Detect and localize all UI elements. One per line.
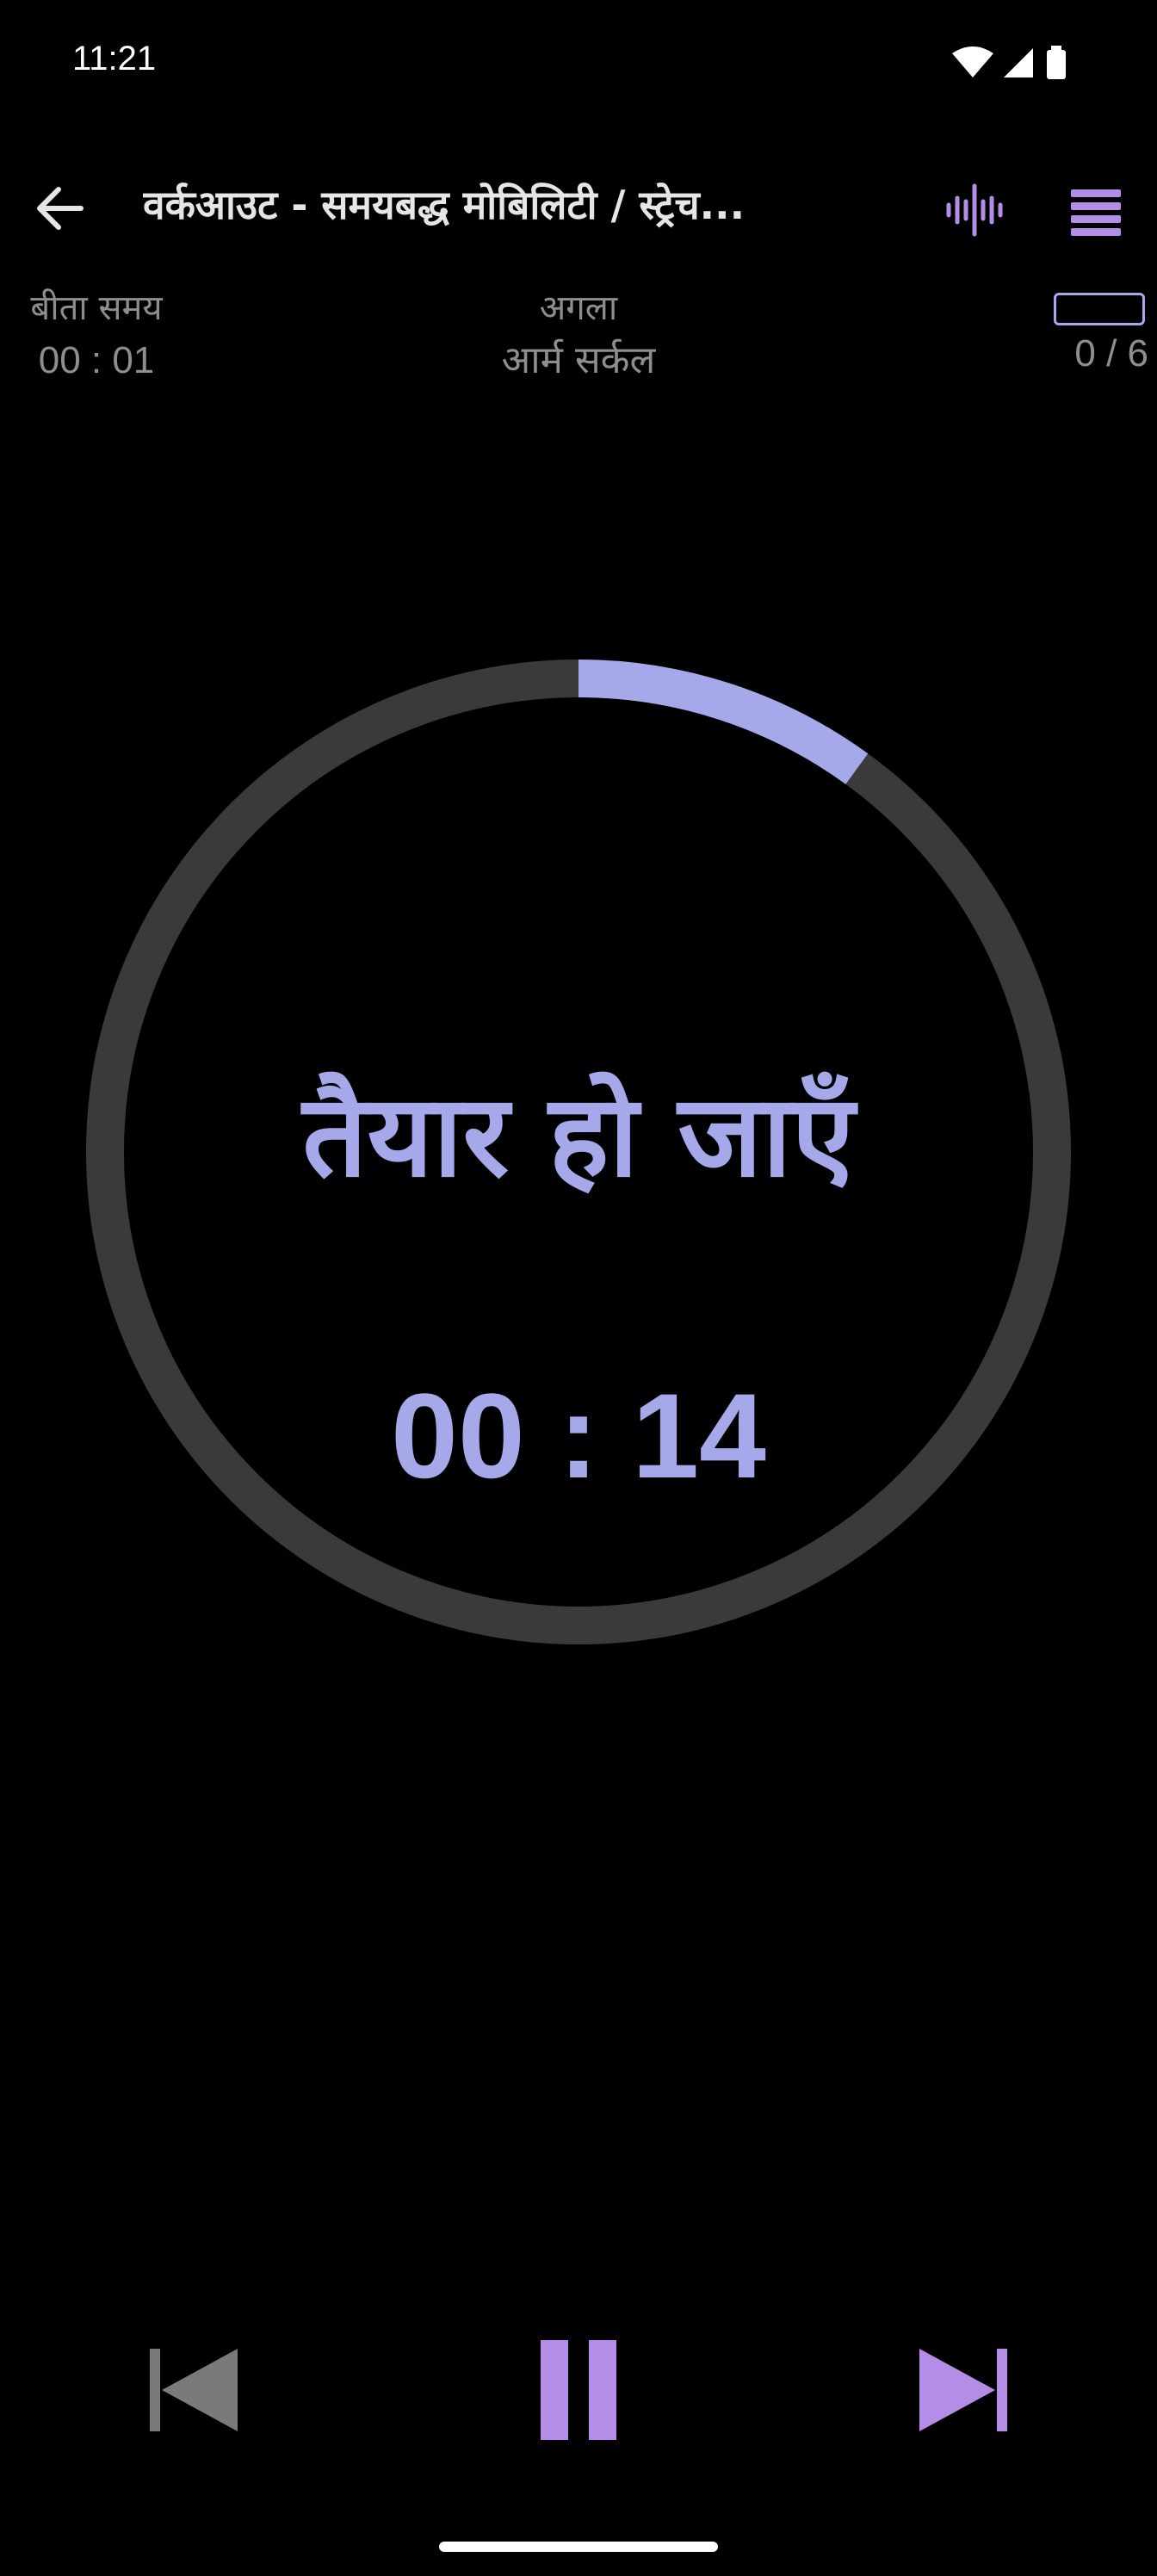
status-icons <box>950 43 1088 81</box>
exercise-progress-bar <box>1054 293 1145 325</box>
elapsed-time-section: बीता समय 00 : 01 <box>10 284 183 389</box>
menu-icon <box>1071 189 1121 236</box>
status-time: 11:21 <box>72 40 157 77</box>
exercise-progress-count: 0 / 6 <box>1074 332 1148 375</box>
signal-icon <box>1004 48 1033 77</box>
previous-button[interactable] <box>141 2338 244 2442</box>
wifi-icon <box>952 46 993 77</box>
pause-icon <box>541 2340 616 2440</box>
skip-next-icon <box>919 2349 1007 2431</box>
next-exercise-name: आर्म सर्कल <box>501 338 656 382</box>
skip-previous-icon <box>150 2349 238 2431</box>
elapsed-time-value: 00 : 01 <box>38 339 155 381</box>
phase-status-text: तैयार हो जाएँ <box>302 1070 855 1203</box>
home-indicator[interactable] <box>439 2542 718 2552</box>
menu-button[interactable] <box>1062 176 1131 245</box>
voice-waveform-icon <box>946 183 1003 237</box>
next-exercise-label: अगला <box>539 288 618 328</box>
battery-icon <box>1047 46 1066 79</box>
workout-title: वर्कआउट - समयबद्ध मोबिलिटी / स्ट्रेच... <box>143 182 746 228</box>
next-exercise-section: अगला आर्म सर्कल <box>406 284 751 389</box>
status-bar: 11:21 <box>0 0 1157 129</box>
exercise-progress-section: 0 / 6 <box>1033 293 1150 382</box>
next-button[interactable] <box>913 2338 1016 2442</box>
pause-button[interactable] <box>527 2338 630 2442</box>
voice-button[interactable] <box>938 176 1007 245</box>
arrow-left-icon <box>37 187 84 230</box>
back-button[interactable] <box>26 172 98 245</box>
toolbar: वर्कआउट - समयबद्ध मोबिलिटी / स्ट्रेच... <box>0 155 1157 250</box>
countdown-time: 00 : 14 <box>391 1368 766 1503</box>
elapsed-time-label: बीता समय <box>30 288 163 328</box>
